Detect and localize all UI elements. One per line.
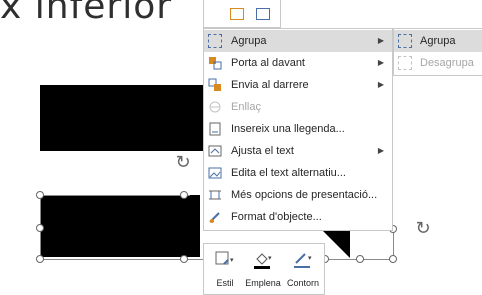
- menu-item-edit-alt-text[interactable]: Edita el text alternatiu...: [204, 162, 392, 184]
- top-mini-toolbar: [203, 0, 281, 28]
- mini-format-toolbar: ▾ Estil ▾ Emplena ▾ Contorn: [203, 243, 325, 295]
- style-button-label: Estil: [216, 278, 234, 288]
- style-icon: ▾: [214, 250, 236, 270]
- resize-handle-bottom-left[interactable]: [36, 255, 44, 263]
- submenu-item-label: Agrupa: [420, 35, 456, 47]
- black-rectangle-shape-top[interactable]: [40, 85, 210, 151]
- resize-handle-middle-left[interactable]: [36, 224, 44, 232]
- menu-item-insert-caption[interactable]: Insereix una llegenda...: [204, 118, 392, 140]
- resize-handle-right-shape-bottom-middle[interactable]: [356, 255, 364, 263]
- outline-pen-icon: ▾: [292, 250, 314, 270]
- menu-item-wrap-text[interactable]: Ajusta el text ▶: [204, 140, 392, 162]
- menu-item-label: Porta al davant: [231, 57, 305, 69]
- menu-item-label: Ajusta el text: [231, 145, 294, 157]
- alt-text-icon: [208, 166, 222, 180]
- document-title-text: x inferior: [0, 0, 173, 27]
- menu-item-label: Enllaç: [231, 101, 261, 113]
- fill-button[interactable]: ▾ Emplena: [244, 248, 282, 292]
- caption-icon: [208, 122, 222, 136]
- menu-item-label: Més opcions de presentació...: [231, 189, 378, 201]
- submenu-arrow-icon: ▶: [377, 58, 384, 67]
- submenu-arrow-icon: ▶: [377, 146, 384, 155]
- submenu-arrow-icon: ▶: [377, 80, 384, 89]
- outline-button[interactable]: ▾ Contorn: [284, 248, 322, 292]
- svg-text:▾: ▾: [308, 254, 312, 262]
- group-icon: [398, 34, 412, 48]
- menu-item-bring-to-front[interactable]: Porta al davant ▶: [204, 52, 392, 74]
- menu-item-label: Agrupa: [231, 35, 267, 47]
- submenu-item-label: Desagrupa: [420, 57, 474, 69]
- resize-handle-top-left[interactable]: [36, 191, 44, 199]
- wrap-text-icon: [208, 144, 222, 158]
- menu-item-label: Envia al darrere: [231, 79, 309, 91]
- context-menu: Agrupa ▶ Porta al davant ▶ Envia al darr…: [203, 28, 393, 231]
- group-submenu: Agrupa Desagrupa: [393, 28, 482, 76]
- style-button[interactable]: ▾ Estil: [206, 248, 244, 292]
- rotate-handle-icon[interactable]: ↻: [174, 154, 192, 172]
- send-to-back-icon: [208, 78, 222, 92]
- svg-text:▾: ▾: [268, 254, 272, 262]
- svg-text:▾: ▾: [230, 256, 234, 264]
- rotate-handle-right-icon[interactable]: ↻: [414, 220, 432, 238]
- menu-item-send-to-back[interactable]: Envia al darrere ▶: [204, 74, 392, 96]
- link-icon: [208, 100, 222, 114]
- black-triangle-shape[interactable]: [322, 230, 350, 258]
- menu-item-more-layout-options[interactable]: Més opcions de presentació...: [204, 184, 392, 206]
- selection-border-top: [40, 195, 190, 196]
- resize-handle-right-shape-bottom-right[interactable]: [389, 255, 397, 263]
- bring-to-front-icon: [208, 56, 222, 70]
- group-icon: [208, 34, 222, 48]
- ungroup-icon: [398, 56, 412, 70]
- submenu-arrow-icon: ▶: [377, 36, 384, 45]
- menu-item-group[interactable]: Agrupa ▶: [204, 30, 392, 52]
- black-rectangle-shape-bottom[interactable]: [40, 195, 200, 257]
- resize-handle-top-right[interactable]: [180, 191, 188, 199]
- format-object-icon: [208, 210, 222, 224]
- layout-options-icon: [208, 188, 222, 202]
- submenu-item-ungroup[interactable]: Desagrupa: [394, 52, 482, 74]
- fill-button-label: Emplena: [245, 278, 281, 288]
- fill-bucket-icon: ▾: [252, 250, 274, 270]
- menu-item-label: Insereix una llegenda...: [231, 123, 345, 135]
- document-canvas: x inferior ↻ ↻ Agrupa ▶ Porta al davant …: [0, 0, 482, 295]
- picture-frame-icon[interactable]: [256, 8, 270, 20]
- insert-picture-icon[interactable]: [230, 8, 244, 20]
- menu-item-label: Format d'objecte...: [231, 211, 322, 223]
- outline-button-label: Contorn: [286, 278, 320, 288]
- menu-item-label: Edita el text alternatiu...: [231, 167, 346, 179]
- submenu-item-group[interactable]: Agrupa: [394, 30, 482, 52]
- menu-item-link[interactable]: Enllaç: [204, 96, 392, 118]
- resize-handle-bottom-right[interactable]: [180, 255, 188, 263]
- menu-item-format-object[interactable]: Format d'objecte...: [204, 206, 392, 228]
